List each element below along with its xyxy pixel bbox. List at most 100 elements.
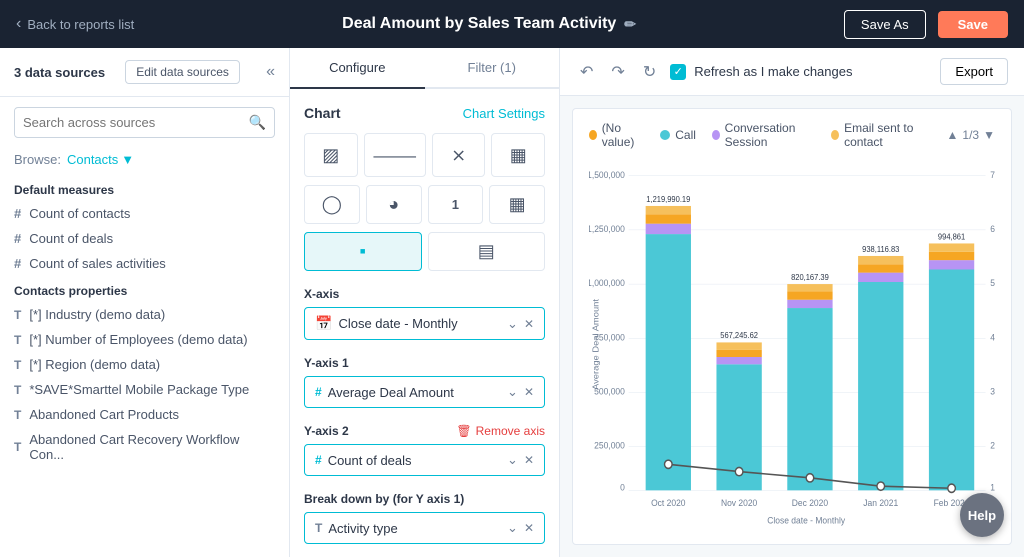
- y-axis1-label: Y-axis 1: [304, 356, 545, 370]
- breakdown-value: Activity type: [328, 521, 397, 536]
- bar-feb-conversation: [929, 260, 974, 269]
- prop-abandoned-cart-recovery[interactable]: T Abandoned Cart Recovery Workflow Con..…: [0, 427, 289, 467]
- chart-number-icon[interactable]: 1: [428, 185, 484, 224]
- refresh-check-row: ✓ Refresh as I make changes: [670, 64, 930, 80]
- bar-oct-novalue: [646, 214, 691, 223]
- line-point-dec: [806, 474, 814, 482]
- chart-svg-container: 1,500,000 1,250,000 1,000,000 750,000 50…: [589, 157, 995, 532]
- legend-label: (No value): [602, 121, 645, 149]
- measure-count-deals[interactable]: # Count of deals: [0, 226, 289, 251]
- line-point-oct: [665, 460, 673, 468]
- prop-label: [*] Number of Employees (demo data): [29, 332, 247, 347]
- y-axis2-value: Count of deals: [328, 453, 412, 468]
- svg-text:0: 0: [620, 482, 625, 492]
- prop-employees[interactable]: T [*] Number of Employees (demo data): [0, 327, 289, 352]
- undo-button[interactable]: ↶: [576, 58, 597, 86]
- prop-abandoned-cart[interactable]: T Abandoned Cart Products: [0, 402, 289, 427]
- svg-text:1,219,990.19: 1,219,990.19: [646, 194, 691, 203]
- chart-svg: 1,500,000 1,250,000 1,000,000 750,000 50…: [589, 157, 995, 532]
- chart-pie-icon[interactable]: ◕: [366, 185, 422, 224]
- bar-dec-email: [787, 284, 832, 291]
- data-sources-title: 3 data sources: [14, 65, 105, 80]
- redo-button[interactable]: ↷: [607, 58, 628, 86]
- prop-industry[interactable]: T [*] Industry (demo data): [0, 302, 289, 327]
- chart-combo-icon[interactable]: ▦: [491, 133, 545, 177]
- breakdown-label: Break down by (for Y axis 1): [304, 492, 545, 506]
- legend-label: Email sent to contact: [844, 121, 930, 149]
- tabs-row: Configure Filter (1): [290, 48, 559, 89]
- bar-nov-conversation: [716, 357, 761, 364]
- measure-count-sales[interactable]: # Count of sales activities: [0, 251, 289, 276]
- back-link-label: Back to reports list: [27, 17, 134, 32]
- legend-label: Call: [675, 128, 696, 142]
- tab-filter[interactable]: Filter (1): [425, 48, 560, 89]
- chart-donut-icon[interactable]: ◯: [304, 185, 360, 224]
- collapse-icon[interactable]: «: [266, 63, 275, 81]
- legend-dot: [712, 130, 720, 140]
- chart-area: (No value) Call Conversation Session Ema…: [572, 108, 1012, 545]
- svg-text:1,500,000: 1,500,000: [589, 169, 625, 179]
- chart-area-icon[interactable]: ⨯: [432, 133, 486, 177]
- chart-bar-icon[interactable]: ▨: [304, 133, 358, 177]
- mid-panel: Configure Filter (1) Chart Chart Setting…: [290, 48, 560, 557]
- y-axis2-dropdown[interactable]: # Count of deals ⌄ ✕: [304, 444, 545, 476]
- type-icon: T: [14, 440, 21, 454]
- clear-icon[interactable]: ✕: [524, 453, 534, 467]
- clear-icon[interactable]: ✕: [524, 385, 534, 399]
- pagination-next-icon[interactable]: ▼: [983, 128, 995, 142]
- y-axis1-value: Average Deal Amount: [328, 385, 454, 400]
- chevron-down-icon: ⌄: [507, 384, 518, 400]
- browse-value[interactable]: Contacts ▼: [67, 152, 134, 167]
- edit-data-sources-button[interactable]: Edit data sources: [125, 60, 240, 84]
- bar-jan-email: [858, 256, 903, 264]
- legend-no-value: (No value): [589, 121, 644, 149]
- svg-text:250,000: 250,000: [594, 440, 625, 450]
- save-button[interactable]: Save: [938, 11, 1008, 38]
- refresh-checkbox[interactable]: ✓: [670, 64, 686, 80]
- chart-line-icon[interactable]: ⸻: [364, 133, 426, 177]
- legend-call: Call: [660, 128, 696, 142]
- chart-table-icon[interactable]: ▦: [489, 185, 545, 224]
- chart-settings-link[interactable]: Chart Settings: [463, 106, 545, 121]
- measures-list: # Count of contacts # Count of deals # C…: [0, 201, 289, 276]
- hash-icon: #: [14, 206, 21, 221]
- svg-text:300: 300: [990, 386, 995, 396]
- prop-smarttel[interactable]: T *SAVE*Smarttel Mobile Package Type: [0, 377, 289, 402]
- prop-label: Abandoned Cart Products: [29, 407, 179, 422]
- search-input[interactable]: [15, 109, 241, 136]
- save-as-button[interactable]: Save As: [844, 10, 926, 39]
- clear-icon[interactable]: ✕: [524, 521, 534, 535]
- search-box: 🔍: [14, 107, 275, 138]
- pagination-prev-icon[interactable]: ▲: [947, 128, 959, 142]
- edit-title-icon[interactable]: ✏: [624, 16, 636, 33]
- legend-dot: [660, 130, 670, 140]
- svg-text:Nov 2020: Nov 2020: [721, 498, 757, 508]
- browse-row: Browse: Contacts ▼: [0, 148, 289, 175]
- measure-label: Count of contacts: [29, 206, 130, 221]
- prop-region[interactable]: T [*] Region (demo data): [0, 352, 289, 377]
- chart-pivot-icon[interactable]: ▤: [428, 232, 546, 271]
- back-link[interactable]: ‹ Back to reports list: [16, 15, 134, 33]
- x-axis-dropdown[interactable]: 📅 Close date - Monthly ⌄ ✕: [304, 307, 545, 340]
- line-point-nov: [735, 467, 743, 475]
- svg-text:200: 200: [990, 440, 995, 450]
- legend-row: (No value) Call Conversation Session Ema…: [589, 121, 995, 149]
- refresh-button[interactable]: ↻: [639, 58, 660, 86]
- remove-axis-button[interactable]: 🗑 Remove axis: [456, 424, 545, 438]
- svg-text:994,861: 994,861: [938, 232, 966, 241]
- breakdown-dropdown[interactable]: T Activity type ⌄ ✕: [304, 512, 545, 544]
- export-button[interactable]: Export: [940, 58, 1008, 85]
- measure-count-contacts[interactable]: # Count of contacts: [0, 201, 289, 226]
- prop-label: Abandoned Cart Recovery Workflow Con...: [29, 432, 275, 462]
- search-icon[interactable]: 🔍: [241, 108, 274, 137]
- prop-label: [*] Industry (demo data): [29, 307, 165, 322]
- y-axis1-dropdown[interactable]: # Average Deal Amount ⌄ ✕: [304, 376, 545, 408]
- tab-configure[interactable]: Configure: [290, 48, 425, 89]
- help-button[interactable]: Help: [960, 493, 1004, 537]
- pagination: ▲ 1/3 ▼: [947, 128, 995, 142]
- x-axis-label: X-axis: [304, 287, 545, 301]
- back-arrow-icon: ‹: [16, 15, 21, 33]
- calendar-icon: 📅: [315, 315, 332, 332]
- clear-icon[interactable]: ✕: [524, 317, 534, 331]
- chart-grouped-bar-icon[interactable]: ▪: [304, 232, 422, 271]
